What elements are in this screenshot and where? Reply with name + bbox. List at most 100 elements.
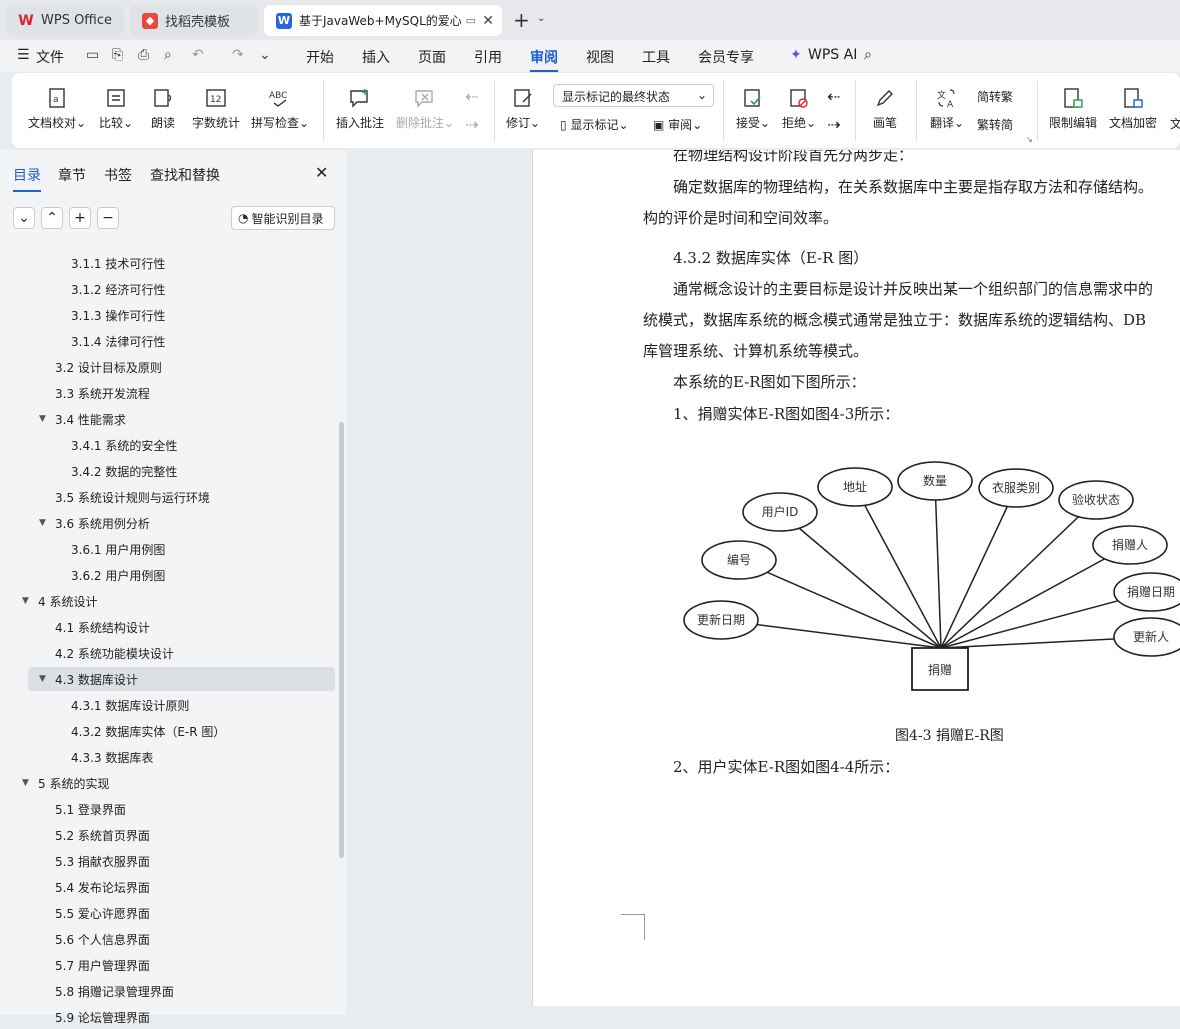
menu-view[interactable]: 视图 <box>586 47 614 67</box>
hamburger-icon[interactable]: ☰ <box>17 47 30 63</box>
toc-item[interactable]: 4.3.3 数据库表 <box>0 745 340 769</box>
menu-start[interactable]: 开始 <box>306 47 334 67</box>
toc-item[interactable]: 3.3 系统开发流程 <box>0 381 340 405</box>
next-change-icon[interactable]: ⇢ <box>827 115 840 134</box>
toc-item[interactable]: 5.7 用户管理界面 <box>0 953 340 977</box>
expand-triangle-icon[interactable]: ▼ <box>39 414 46 424</box>
expand-all-button[interactable]: ⌄ <box>13 207 35 229</box>
smart-toc-button[interactable]: ◔ 智能识别目录 <box>231 206 335 230</box>
toc-item[interactable]: 3.1.2 经济可行性 <box>0 277 340 301</box>
compare-icon <box>107 89 125 107</box>
toc-item[interactable]: 5.6 个人信息界面 <box>0 927 340 951</box>
more-quick-icon[interactable]: ⌄ <box>259 47 271 63</box>
tab-document[interactable]: W 基于JavaWeb+MySQL的爱心 ▭ ✕ <box>264 5 502 36</box>
menu-review[interactable]: 审阅 <box>530 47 558 72</box>
toc-item[interactable]: 3.4.1 系统的安全性 <box>0 433 340 457</box>
next-comment-icon[interactable]: ⇢ <box>465 115 478 134</box>
more-ribbon-button[interactable]: 文 <box>1170 115 1180 132</box>
remove-heading-button[interactable]: − <box>97 207 119 229</box>
document-page[interactable]: 在物理结构设计阶段首先分两步走： 确定数据库的物理结构，在关系数据库中主要是指存… <box>532 150 1180 1006</box>
menu-wps-ai[interactable]: WPS AI <box>808 47 857 63</box>
close-panel-icon[interactable]: ✕ <box>315 163 328 182</box>
toc-item[interactable]: 4.3.1 数据库设计原则 <box>0 693 340 717</box>
toc-item[interactable]: ▼ 4.3 数据库设计 <box>28 667 335 691</box>
insert-comment-button[interactable]: 插入批注 <box>336 87 384 131</box>
save-icon[interactable]: ▭ <box>86 47 99 63</box>
menu-tools[interactable]: 工具 <box>642 47 670 67</box>
accept-button[interactable]: 接受⌄ <box>736 87 770 131</box>
toc-item[interactable]: ▼ 4 系统设计 <box>0 589 340 613</box>
expand-triangle-icon[interactable]: ▼ <box>39 674 46 684</box>
toc-item[interactable]: 3.2 设计目标及原则 <box>0 355 340 379</box>
window-icon[interactable]: ▭ <box>466 14 476 27</box>
toc-item[interactable]: 3.6.2 用户用例图 <box>0 563 340 587</box>
toc-item[interactable]: 3.5 系统设计规则与运行环境 <box>0 485 340 509</box>
pen-button[interactable]: 画笔 <box>873 87 897 131</box>
to-simplified-button[interactable]: 繁转简 <box>977 116 1013 133</box>
panel-scrollbar[interactable] <box>339 422 344 858</box>
menu-file[interactable]: 文件 <box>36 47 64 67</box>
toc-item[interactable]: 5.4 发布论坛界面 <box>0 875 340 899</box>
toc-item[interactable]: 3.6.1 用户用例图 <box>0 537 340 561</box>
tab-templates[interactable]: ◆ 找稻壳模板 <box>130 5 258 36</box>
review-pane-button[interactable]: ▣ 审阅⌄ <box>653 116 702 133</box>
prev-change-icon[interactable]: ⇠ <box>827 87 840 106</box>
collapse-button[interactable]: ⌃ <box>41 207 63 229</box>
expand-triangle-icon[interactable]: ▼ <box>39 518 46 528</box>
encrypt-button[interactable]: 文档加密 <box>1109 87 1157 131</box>
tab-toc[interactable]: 目录 <box>13 165 41 192</box>
print-preview-icon[interactable]: ⌕ <box>164 47 172 63</box>
toc-item[interactable]: ▼ 3.6 系统用例分析 <box>0 511 340 535</box>
toc-item[interactable]: 3.1.4 法律可行性 <box>0 329 340 353</box>
toc-item[interactable]: 5.2 系统首页界面 <box>0 823 340 847</box>
close-tab-icon[interactable]: ✕ <box>482 13 494 29</box>
toc-item[interactable]: 4.3.2 数据库实体（E-R 图） <box>0 719 340 743</box>
expand-triangle-icon[interactable]: ▼ <box>22 596 29 606</box>
read-aloud-button[interactable]: 朗读 <box>151 87 175 131</box>
menu-page[interactable]: 页面 <box>418 47 446 67</box>
doc-check-button[interactable]: a 文档校对⌄ <box>28 87 86 131</box>
export-icon[interactable]: ⎘ <box>112 47 123 63</box>
menu-insert[interactable]: 插入 <box>362 47 390 67</box>
spell-check-button[interactable]: ABC 拼写检查⌄ <box>251 87 309 131</box>
redo-icon[interactable]: ↷ <box>232 47 244 63</box>
new-tab-icon[interactable]: + <box>513 8 530 32</box>
restrict-edit-button[interactable]: 限制编辑 <box>1049 87 1097 131</box>
undo-icon[interactable]: ↶ <box>192 47 204 63</box>
toc-item[interactable]: ▼ 5 系统的实现 <box>0 771 340 795</box>
toc-item[interactable]: 5.3 捐献衣服界面 <box>0 849 340 873</box>
toc-item[interactable]: 3.1.3 操作可行性 <box>0 303 340 327</box>
add-heading-button[interactable]: + <box>69 207 91 229</box>
toc-item[interactable]: 5.8 捐赠记录管理界面 <box>0 979 340 1003</box>
toc-item[interactable]: 4.1 系统结构设计 <box>0 615 340 639</box>
tab-wps-office[interactable]: W WPS Office <box>6 5 124 36</box>
track-changes-button[interactable]: 修订⌄ <box>506 87 540 131</box>
markup-select[interactable]: 显示标记的最终状态 ⌄ <box>553 84 714 107</box>
ribbon-expand-icon[interactable]: ↘ <box>1026 135 1033 144</box>
toc-item[interactable]: 4.2 系统功能模块设计 <box>0 641 340 665</box>
print-icon[interactable]: ⎙ <box>138 47 149 63</box>
compare-button[interactable]: 比较⌄ <box>99 87 133 131</box>
toc-item[interactable]: 5.1 登录界面 <box>0 797 340 821</box>
toc-item[interactable]: ▼ 3.4 性能需求 <box>0 407 340 431</box>
tab-label: 找稻壳模板 <box>165 15 231 30</box>
toc-item[interactable]: 3.4.2 数据的完整性 <box>0 459 340 483</box>
to-traditional-button[interactable]: 简转繁 <box>977 88 1013 105</box>
menu-vip[interactable]: 会员专享 <box>698 47 754 67</box>
search-icon[interactable]: ⌕ <box>864 47 872 63</box>
show-markup-button[interactable]: ▯ 显示标记⌄ <box>560 116 629 133</box>
tab-find-replace[interactable]: 查找和替换 <box>150 165 220 185</box>
tab-bookmarks[interactable]: 书签 <box>104 165 132 185</box>
tab-chapters[interactable]: 章节 <box>58 165 86 185</box>
chevron-down-icon[interactable]: ⌄ <box>537 13 545 24</box>
toc-item[interactable]: 3.1.1 技术可行性 <box>0 251 340 275</box>
word-count-button[interactable]: 12 字数统计 <box>192 87 240 131</box>
reject-button[interactable]: 拒绝⌄ <box>782 87 816 131</box>
menu-references[interactable]: 引用 <box>474 47 502 67</box>
prev-comment-icon[interactable]: ⇠ <box>465 87 478 106</box>
toc-item[interactable]: 5.5 爱心许愿界面 <box>0 901 340 925</box>
expand-triangle-icon[interactable]: ▼ <box>22 778 29 788</box>
toc-item[interactable]: 5.9 论坛管理界面 <box>0 1005 340 1029</box>
translate-button[interactable]: 文A 翻译⌄ <box>930 87 964 131</box>
delete-comment-button[interactable]: 删除批注⌄ <box>396 87 454 131</box>
